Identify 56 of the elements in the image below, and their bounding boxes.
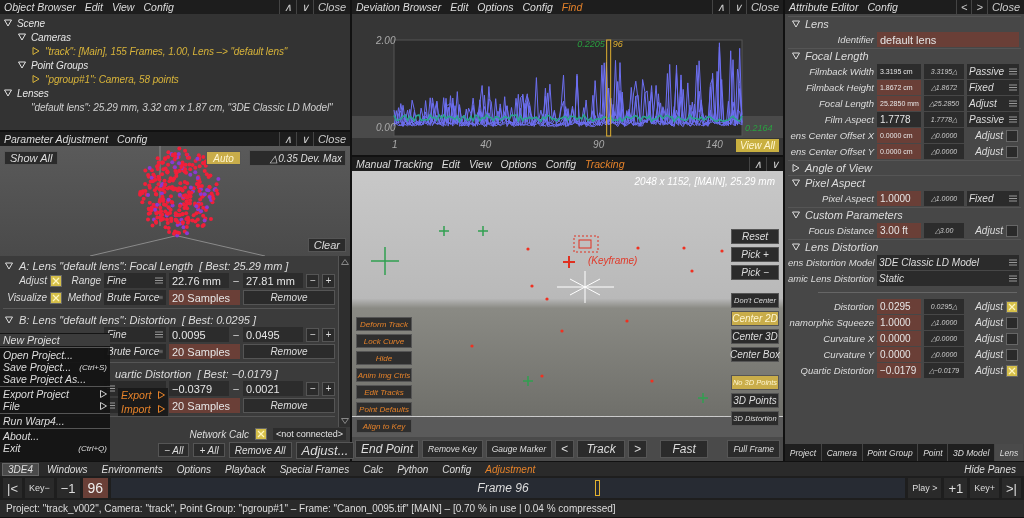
best-value: [ Best: 0.0295 ] [182,313,256,326]
field-label: Visualize [6,292,47,303]
section-title: B: Lens "default lens": Distortion [19,313,176,326]
panel-title: Object Browser [4,1,76,13]
attribute-label: ens Distortion Model [788,257,874,268]
attribute-label: namorphic Squeeze [788,317,874,328]
current-value: 0.2164 [745,123,773,133]
section-title: A: Lens "default lens": Focal Length [19,259,194,272]
range-dash: – [232,329,240,340]
attribute-label: Filmback Height [804,82,874,93]
axis-label: 140 [706,139,723,150]
attribute-label: Curvature X [822,333,874,344]
adjust-label: Adjust [975,365,1003,376]
attribute-label: Curvature Y [822,349,874,360]
panel-title: Attribute Editor [789,1,859,13]
best-value: [ Best: 25.29 mm ] [199,259,289,272]
section-title: uartic Distortion [115,367,192,380]
field-label: Range [70,275,101,286]
attribute-label: Filmback Width [808,66,874,77]
axis-label: 90 [593,139,605,150]
frame-label: Frame 96 [477,481,529,495]
range-dash: – [232,383,240,394]
axis-label: 0.00 [376,122,396,133]
attribute-label: ens Center Offset Y [789,146,874,157]
field-label: Method [66,292,101,303]
attribute-label: Identifier [836,34,874,45]
panel-title: Manual Tracking [356,158,433,170]
adjust-label: Adjust [975,349,1003,360]
status-bar: Project: "track_v002", Camera: "track", Point Group: "pgroup#1" – Frame: "Canon_0095.tif" [MAIN] – [0.70 % in use | 0.04 % compressed] [0,500,1024,517]
connection-field: <not connected> [272,428,346,440]
field-label: Adjust [18,275,47,286]
network-calc-label: Network Calc [189,428,249,440]
axis-label: 2.00 [376,35,396,46]
axis-label: 1 [392,139,398,150]
cursor-value: 0.2205 [577,39,605,49]
attribute-label: Focus Distance [807,225,874,236]
attribute-label: Focal Length [818,98,874,109]
panel-title: Deviation Browser [356,1,442,13]
keyframe-label: (Keyframe) [588,255,638,266]
cursor-frame: 96 [612,39,623,49]
adjust-label: Adjust [975,317,1003,328]
adjust-label: Adjust [975,333,1003,344]
attribute-label: Film Aspect [823,114,874,125]
attribute-label: Pixel Aspect [821,193,874,204]
adjust-label: Adjust [975,146,1003,157]
range-dash: – [232,275,240,286]
adjust-label: Adjust [975,130,1003,141]
panel-title: Parameter Adjustment [4,133,109,145]
attribute-label: amic Lens Distortion [788,273,874,284]
adjust-label: Adjust [975,301,1003,312]
adjust-label: Adjust [975,225,1003,236]
attribute-label: Quartic Distortion [799,365,874,376]
attribute-label: ens Center Offset X [789,130,874,141]
axis-label: 40 [480,139,492,150]
attribute-label: Distortion [832,301,874,312]
best-value: [ Best: −0.0179 ] [197,367,278,380]
